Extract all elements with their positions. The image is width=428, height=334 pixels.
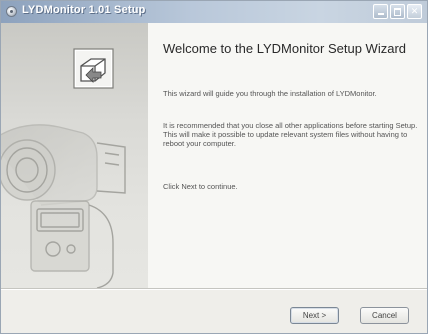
wizard-heading: Welcome to the LYDMonitor Setup Wizard xyxy=(163,41,407,56)
close-button[interactable]: ✕ xyxy=(407,4,422,19)
maximize-button[interactable] xyxy=(390,4,405,19)
minimize-button[interactable] xyxy=(373,4,388,19)
minimize-icon xyxy=(378,13,384,15)
camera-illustration xyxy=(1,48,126,288)
next-button[interactable]: Next > xyxy=(290,307,339,324)
continue-instruction: Click Next to continue. xyxy=(163,182,238,191)
recommendation-text: It is recommended that you close all oth… xyxy=(163,121,418,148)
cancel-button[interactable]: Cancel xyxy=(360,307,409,324)
button-bar: Next > Cancel xyxy=(1,290,427,333)
title-bar[interactable]: LYDMonitor 1.01 Setup ✕ xyxy=(1,1,427,23)
intro-text: This wizard will guide you through the i… xyxy=(163,89,377,98)
close-icon: ✕ xyxy=(410,6,419,16)
installer-box-icon xyxy=(73,48,114,89)
cd-disc-icon[interactable] xyxy=(6,6,17,17)
wizard-banner xyxy=(1,23,148,288)
window-title: LYDMonitor 1.01 Setup xyxy=(22,4,146,16)
setup-window: LYDMonitor 1.01 Setup ✕ Welcome to the L… xyxy=(0,0,428,334)
wizard-content: Welcome to the LYDMonitor Setup Wizard T… xyxy=(148,23,427,288)
maximize-icon xyxy=(394,8,401,16)
